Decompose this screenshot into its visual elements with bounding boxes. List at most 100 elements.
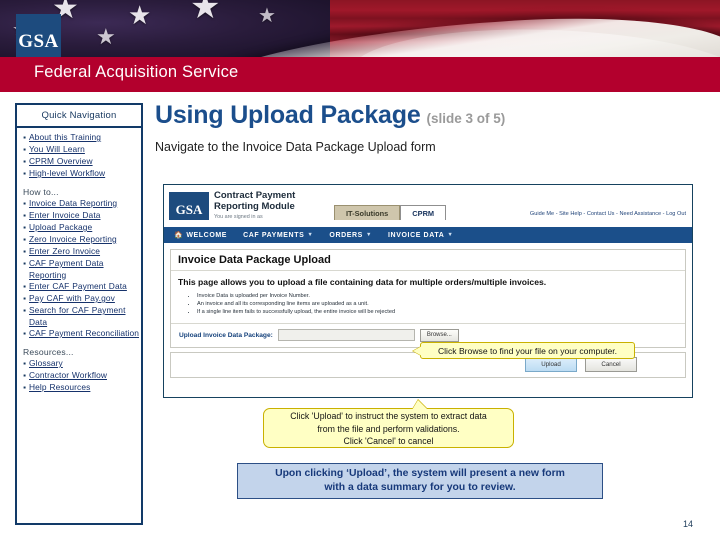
- menu-item-label: ORDERS: [329, 231, 363, 239]
- list-item: Invoice Data is uploaded per Invoice Num…: [197, 292, 685, 300]
- callout-upload: Click 'Upload' to instruct the system to…: [263, 408, 514, 448]
- app-content: Invoice Data Package Upload This page al…: [164, 249, 692, 397]
- sidebar-item-label: Search for CAF Payment Data: [29, 305, 126, 327]
- sidebar-item-label: Zero Invoice Reporting: [29, 234, 117, 244]
- upload-input-label: Upload Invoice Data Package:: [179, 331, 273, 339]
- sidebar-item-label: Upload Package: [29, 222, 93, 232]
- bullet-icon: ▪: [23, 359, 26, 368]
- sidebar-item-invoice-data-reporting[interactable]: ▪ Invoice Data Reporting: [20, 198, 139, 210]
- tab-it-solutions[interactable]: IT-Solutions: [334, 205, 401, 220]
- sidebar-item-label: Enter CAF Payment Data: [29, 281, 127, 291]
- menu-item-label: WELCOME: [186, 231, 228, 239]
- menu-item-orders[interactable]: ORDERS ▼: [327, 232, 386, 239]
- sidebar-item-upload-package[interactable]: ▪ Upload Package: [20, 222, 139, 234]
- callout-result-line1: Upon clicking ‘Upload’, the system will …: [275, 468, 565, 479]
- sidebar-item-glossary[interactable]: ▪ Glossary: [20, 358, 139, 370]
- page-title: Federal Acquisition Service: [34, 63, 239, 81]
- callout-result: Upon clicking ‘Upload’, the system will …: [237, 463, 603, 499]
- app-gsa-logo-icon: GSA: [169, 192, 209, 220]
- upload-panel: Invoice Data Package Upload This page al…: [170, 249, 686, 348]
- sidebar-item-label: Pay CAF with Pay.gov: [29, 293, 115, 303]
- callout-browse: Click Browse to find your file on your c…: [420, 342, 635, 359]
- sidebar-section-how-to: How to...: [23, 187, 59, 197]
- panel-heading: Invoice Data Package Upload: [171, 250, 685, 271]
- app-brand: Contract Payment Reporting Module: [214, 190, 295, 212]
- sidebar-item-help-resources[interactable]: ▪ Help Resources: [20, 382, 139, 394]
- slide-canvas: ★ ★ ★ ★ ★ ★ GSA Federal Acquisition Serv…: [0, 0, 720, 540]
- sidebar-item-label: Glossary: [29, 358, 63, 368]
- callout-result-line2: with a data summary for you to review.: [324, 482, 516, 493]
- bullet-icon: ▪: [23, 235, 26, 244]
- sidebar-item-label: Invoice Data Reporting: [29, 198, 118, 208]
- flag-star-icon: ★: [258, 5, 276, 27]
- browse-button[interactable]: Browse...: [419, 328, 459, 342]
- sidebar-item-caf-payment-data-reporting[interactable]: ▪ CAF Payment Data Reporting: [20, 258, 139, 281]
- app-tab-bar: IT-Solutions CPRM: [334, 205, 447, 220]
- bullet-icon: ▪: [23, 145, 26, 154]
- bullet-icon: ▪: [23, 133, 26, 142]
- home-icon: 🏠: [174, 232, 184, 239]
- agency-header-bar: Federal Acquisition Service: [0, 57, 720, 92]
- bullet-icon: ▪: [23, 211, 26, 220]
- slide-counter: (slide 3 of 5): [426, 111, 506, 126]
- bullet-icon: ▪: [23, 371, 26, 380]
- sidebar-item-enter-zero-invoice[interactable]: ▪ Enter Zero Invoice: [20, 246, 139, 258]
- bullet-icon: ▪: [23, 306, 26, 315]
- callout-upload-line1: Click 'Upload' to instruct the system to…: [290, 411, 487, 422]
- bullet-icon: ▪: [23, 223, 26, 232]
- app-main-menu: 🏠 WELCOME CAF PAYMENTS ▼ ORDERS ▼ INVOIC…: [164, 227, 692, 243]
- sidebar-body: ▪ About this Training ▪ You Will Learn ▪…: [17, 128, 141, 394]
- chevron-down-icon: ▼: [447, 232, 454, 238]
- bullet-icon: ▪: [23, 199, 26, 208]
- flag-star-icon: ★: [96, 24, 116, 49]
- app-brand-line1: Contract Payment: [214, 190, 296, 201]
- bullet-icon: ▪: [23, 282, 26, 291]
- menu-item-invoice-data[interactable]: INVOICE DATA ▼: [386, 232, 467, 239]
- callout-upload-line2: from the file and perform validations.: [317, 423, 460, 434]
- menu-item-caf-payments[interactable]: CAF PAYMENTS ▼: [241, 232, 327, 239]
- bullet-icon: ▪: [23, 247, 26, 256]
- list-item: If a single line item fails to successfu…: [197, 308, 685, 316]
- sidebar-item-contractor-workflow[interactable]: ▪ Contractor Workflow: [20, 370, 139, 382]
- sidebar-item-zero-invoice-reporting[interactable]: ▪ Zero Invoice Reporting: [20, 234, 139, 246]
- sidebar-item-label: Contractor Workflow: [29, 370, 108, 380]
- sidebar-item-label: Enter Invoice Data: [29, 210, 101, 220]
- sidebar-item-enter-invoice-data[interactable]: ▪ Enter Invoice Data: [20, 210, 139, 222]
- sidebar-item-search-for-caf-payment-data[interactable]: ▪ Search for CAF Payment Data: [20, 305, 139, 328]
- bullet-icon: ▪: [23, 157, 26, 166]
- upload-button[interactable]: Upload: [525, 357, 577, 373]
- cancel-button[interactable]: Cancel: [585, 357, 637, 373]
- chevron-down-icon: ▼: [365, 232, 373, 238]
- sidebar-item-high-level-workflow[interactable]: ▪ High-level Workflow: [20, 168, 139, 180]
- application-screenshot: GSA Contract Payment Reporting Module Yo…: [163, 184, 693, 398]
- menu-item-label: INVOICE DATA: [388, 231, 445, 239]
- sidebar-item-label: Help Resources: [29, 382, 91, 392]
- sidebar-item-caf-payment-reconciliation[interactable]: ▪ CAF Payment Reconciliation: [20, 328, 139, 340]
- sidebar-item-pay-caf-with-paygov[interactable]: ▪ Pay CAF with Pay.gov: [20, 293, 139, 305]
- sidebar-header: Quick Navigation: [17, 105, 141, 128]
- sidebar-item-enter-caf-payment-data[interactable]: ▪ Enter CAF Payment Data: [20, 281, 139, 293]
- panel-lead-text: This page allows you to upload a file co…: [178, 277, 547, 287]
- sidebar-item-cprm-overview[interactable]: ▪ CPRM Overview: [20, 156, 139, 168]
- sidebar-item-label: Enter Zero Invoice: [29, 246, 101, 256]
- file-path-input[interactable]: [277, 329, 415, 342]
- panel-bullet-list: Invoice Data is uploaded per Invoice Num…: [171, 290, 685, 323]
- bullet-icon: ▪: [23, 329, 26, 338]
- callout-upload-line3: Click 'Cancel' to cancel: [343, 436, 434, 447]
- slide-title: Using Upload Package (slide 3 of 5): [155, 101, 505, 130]
- bullet-icon: ▪: [23, 259, 26, 268]
- sidebar-section-resources: Resources...: [23, 347, 74, 357]
- slide-title-text: Using Upload Package: [155, 101, 421, 129]
- list-item: An invoice and all its corresponding lin…: [197, 300, 685, 308]
- tab-cprm[interactable]: CPRM: [400, 205, 447, 220]
- bullet-icon: ▪: [23, 383, 26, 392]
- flag-banner: ★ ★ ★ ★ ★ ★ GSA: [0, 0, 720, 57]
- sidebar-item-about-this-training[interactable]: ▪ About this Training: [20, 132, 139, 144]
- sidebar-item-label: About this Training: [29, 132, 102, 142]
- sidebar-item-label: You Will Learn: [29, 144, 85, 154]
- bullet-icon: ▪: [23, 169, 26, 178]
- sidebar-item-you-will-learn[interactable]: ▪ You Will Learn: [20, 144, 139, 156]
- page-number: 14: [682, 519, 693, 529]
- utility-links[interactable]: Guide Me - Site Help - Contact Us - Need…: [530, 211, 686, 217]
- menu-item-welcome[interactable]: 🏠 WELCOME: [172, 231, 241, 240]
